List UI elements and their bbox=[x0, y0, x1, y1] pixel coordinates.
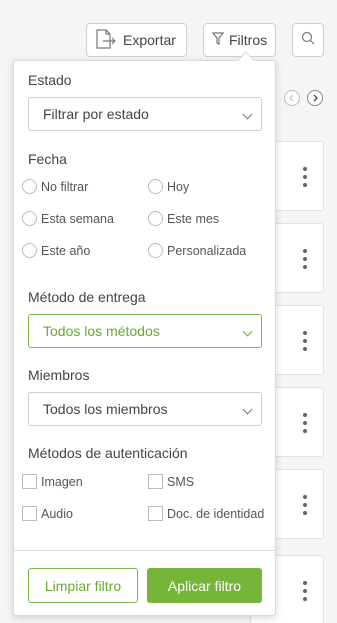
option-label: Este mes bbox=[167, 211, 220, 226]
chevron-down-icon bbox=[242, 109, 253, 120]
next-page-button[interactable] bbox=[307, 90, 323, 106]
auth-checkbox-doc-identidad[interactable]: Doc. de identidad bbox=[148, 506, 264, 521]
fecha-radio-esta-semana[interactable]: Esta semana bbox=[22, 211, 114, 226]
metodo-entrega-label: Método de entrega bbox=[28, 289, 146, 305]
document-export-icon bbox=[95, 28, 117, 52]
fecha-radio-este-mes[interactable]: Este mes bbox=[148, 211, 219, 226]
option-label: No filtrar bbox=[41, 179, 89, 194]
chevron-down-icon bbox=[242, 326, 253, 337]
funnel-icon bbox=[211, 32, 225, 48]
radio-button[interactable] bbox=[148, 243, 163, 258]
fecha-radio-no-filtrar[interactable]: No filtrar bbox=[22, 179, 88, 194]
option-label: Esta semana bbox=[41, 211, 114, 226]
search-icon bbox=[301, 31, 315, 50]
radio-button[interactable] bbox=[22, 243, 37, 258]
checkbox[interactable] bbox=[148, 506, 163, 521]
checkbox[interactable] bbox=[22, 506, 37, 521]
estado-select[interactable]: Filtrar por estado bbox=[28, 97, 262, 131]
more-options-icon[interactable] bbox=[303, 249, 307, 269]
option-label: Doc. de identidad bbox=[167, 506, 265, 521]
more-options-icon[interactable] bbox=[303, 331, 307, 351]
estado-select-value: Filtrar por estado bbox=[43, 106, 149, 122]
option-label: Hoy bbox=[167, 179, 190, 194]
checkbox[interactable] bbox=[148, 474, 163, 489]
apply-filter-button[interactable]: Aplicar filtro bbox=[147, 568, 262, 603]
radio-button[interactable] bbox=[148, 211, 163, 226]
divider bbox=[14, 550, 275, 551]
more-options-icon[interactable] bbox=[303, 581, 307, 601]
more-options-icon[interactable] bbox=[303, 167, 307, 187]
radio-button[interactable] bbox=[148, 179, 163, 194]
option-label: SMS bbox=[167, 474, 195, 489]
export-label: Exportar bbox=[123, 32, 176, 48]
fecha-radio-hoy[interactable]: Hoy bbox=[148, 179, 189, 194]
fecha-label: Fecha bbox=[28, 151, 67, 167]
fecha-radio-este-ano[interactable]: Este año bbox=[22, 243, 90, 258]
chevron-down-icon bbox=[242, 404, 253, 415]
chevron-left-icon bbox=[288, 89, 296, 107]
auth-checkbox-sms[interactable]: SMS bbox=[148, 474, 194, 489]
autenticacion-label: Métodos de autenticación bbox=[28, 445, 188, 461]
miembros-value: Todos los miembros bbox=[43, 401, 168, 417]
more-options-icon[interactable] bbox=[303, 495, 307, 515]
auth-checkbox-audio[interactable]: Audio bbox=[22, 506, 73, 521]
export-button[interactable]: Exportar bbox=[86, 23, 187, 57]
fecha-radio-personalizada[interactable]: Personalizada bbox=[148, 243, 246, 258]
more-options-icon[interactable] bbox=[303, 413, 307, 433]
metodo-entrega-select[interactable]: Todos los métodos bbox=[28, 314, 262, 348]
search-button[interactable] bbox=[292, 23, 324, 57]
filter-button[interactable]: Filtros bbox=[203, 23, 276, 57]
option-label: Imagen bbox=[41, 474, 83, 489]
chevron-right-icon bbox=[311, 89, 319, 107]
miembros-label: Miembros bbox=[28, 367, 90, 383]
option-label: Personalizada bbox=[167, 243, 247, 258]
radio-button[interactable] bbox=[22, 179, 37, 194]
miembros-select[interactable]: Todos los miembros bbox=[28, 392, 262, 426]
clear-filter-button[interactable]: Limpiar filtro bbox=[28, 568, 138, 603]
estado-label: Estado bbox=[28, 72, 72, 88]
option-label: Este año bbox=[41, 243, 91, 258]
radio-button[interactable] bbox=[22, 211, 37, 226]
auth-checkbox-imagen[interactable]: Imagen bbox=[22, 474, 83, 489]
filter-label: Filtros bbox=[229, 32, 268, 48]
option-label: Audio bbox=[41, 506, 73, 521]
prev-page-button[interactable] bbox=[284, 90, 300, 106]
metodo-entrega-value: Todos los métodos bbox=[43, 323, 160, 339]
filter-panel: Estado Filtrar por estado Fecha No filtr… bbox=[13, 51, 276, 616]
checkbox[interactable] bbox=[22, 474, 37, 489]
